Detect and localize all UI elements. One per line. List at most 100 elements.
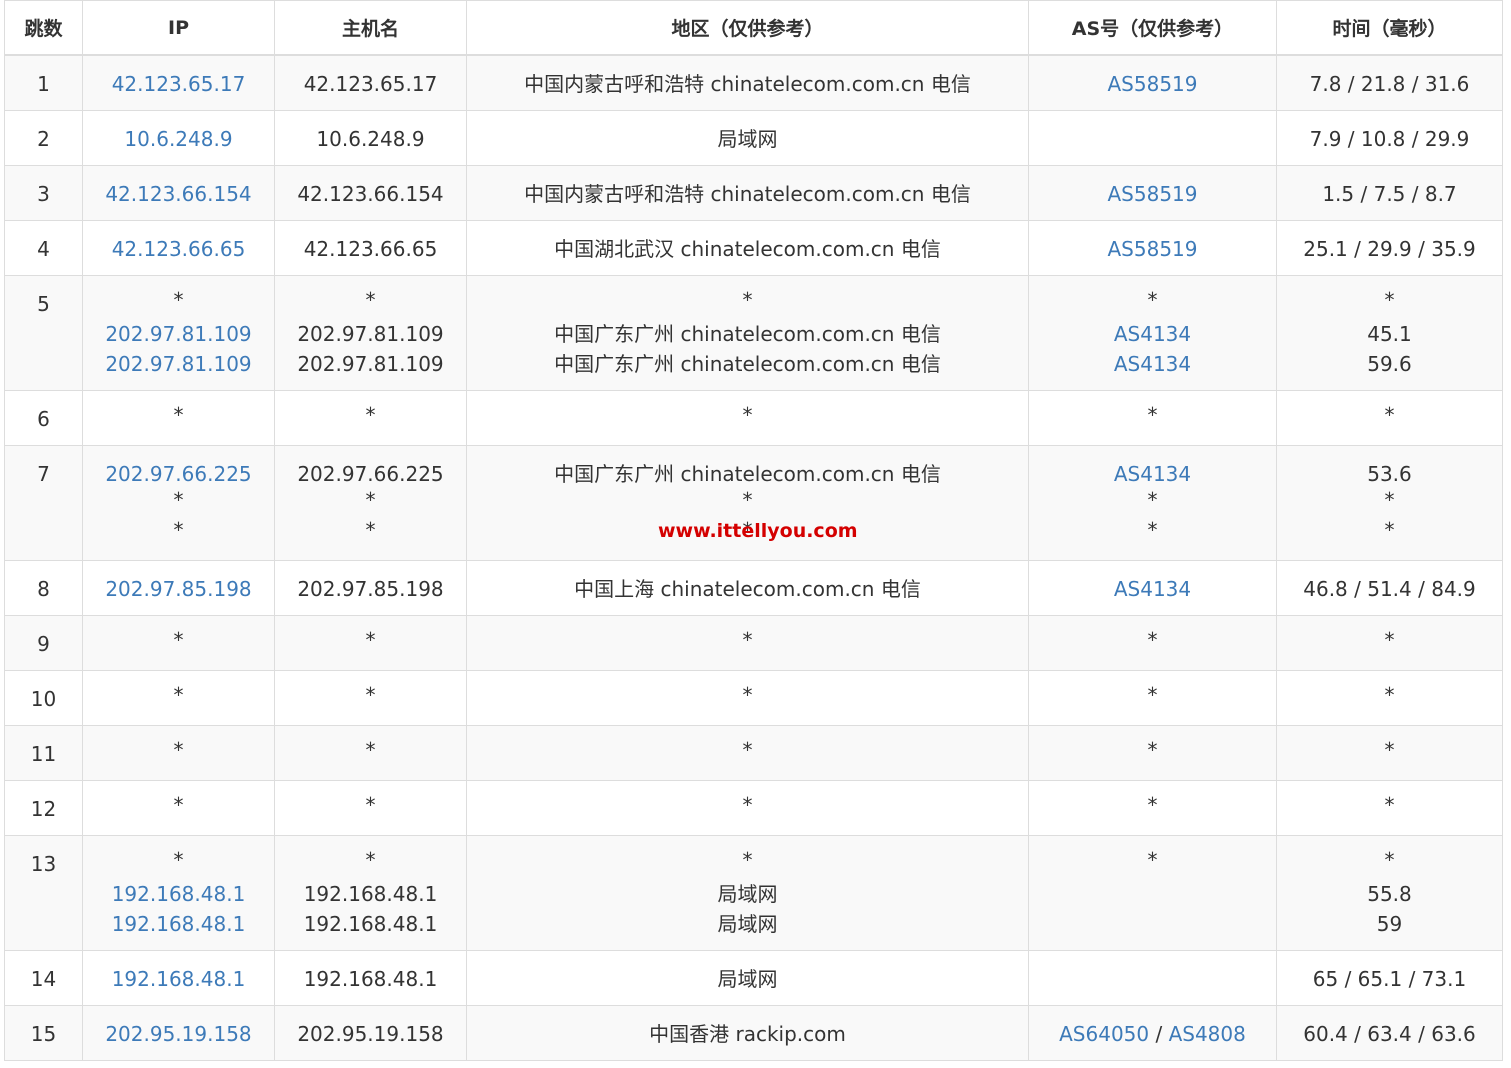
as-line: AS58519 bbox=[1030, 234, 1276, 264]
timeout-asterisk: * bbox=[365, 848, 376, 872]
region-cell: 中国上海 chinatelecom.com.cn 电信 bbox=[466, 560, 1029, 616]
timeout-asterisk: * bbox=[173, 793, 184, 817]
as-number-link[interactable]: AS58519 bbox=[1108, 182, 1198, 206]
timeout-asterisk: * bbox=[365, 488, 376, 512]
latency-value: 1.5 / 7.5 / 8.7 bbox=[1322, 182, 1457, 206]
hop-number: 7 bbox=[37, 462, 50, 486]
region-cell: 中国内蒙古呼和浩特 chinatelecom.com.cn 电信 bbox=[466, 54, 1029, 111]
hop-cell: 4 bbox=[4, 220, 83, 276]
as-line: AS4134 bbox=[1030, 349, 1276, 379]
timeout-asterisk: * bbox=[1384, 518, 1395, 542]
timeout-asterisk: * bbox=[1147, 848, 1158, 872]
timeout-asterisk: * bbox=[365, 518, 376, 542]
timeout-asterisk: * bbox=[173, 683, 184, 707]
timeout-asterisk: * bbox=[1147, 488, 1158, 512]
watermark-text: www.ittellyou.com bbox=[658, 520, 858, 542]
hop-cell: 14 bbox=[4, 950, 83, 1006]
as-number-link[interactable]: AS64050 bbox=[1059, 1022, 1149, 1046]
ip-cell: * bbox=[82, 780, 275, 836]
as-line: AS58519 bbox=[1030, 69, 1276, 99]
ip-address-link[interactable]: 42.123.66.154 bbox=[84, 179, 274, 209]
hostname-cell: 202.97.85.198 bbox=[274, 560, 467, 616]
hop-cell: 13 bbox=[4, 835, 83, 951]
ip-address-link[interactable]: 10.6.248.9 bbox=[84, 124, 274, 154]
ip-address-link[interactable]: 192.168.48.1 bbox=[84, 879, 274, 909]
hop-number: 5 bbox=[37, 292, 50, 316]
hop-cell: 11 bbox=[4, 725, 83, 781]
as-cell: AS64050 / AS4808 bbox=[1028, 1005, 1277, 1061]
as-cell: * bbox=[1028, 725, 1277, 781]
ip-cell: * bbox=[82, 670, 275, 726]
table-row: 2 10.6.248.9 10.6.248.9 局域网 7.9 / 10.8 / 29.… bbox=[4, 110, 1503, 166]
timeout-asterisk: * bbox=[742, 488, 753, 512]
table-row: 3 42.123.66.154 42.123.66.154 中国内蒙古呼和浩特 chi… bbox=[4, 165, 1503, 221]
region-cell: 中国湖北武汉 chinatelecom.com.cn 电信 bbox=[466, 220, 1029, 276]
ip-cell: * bbox=[82, 615, 275, 671]
column-header-time: 时间（毫秒） bbox=[1276, 0, 1503, 56]
as-cell: * bbox=[1028, 780, 1277, 836]
as-number-link[interactable]: AS4134 bbox=[1114, 577, 1191, 601]
hop-number: 15 bbox=[30, 1022, 57, 1046]
timeout-asterisk: * bbox=[173, 628, 184, 652]
region-text: 中国香港 rackip.com bbox=[649, 1022, 846, 1046]
timeout-asterisk: * bbox=[1147, 403, 1158, 427]
table-row: 15 202.95.19.158 202.95.19.158 中国香港 rackip.… bbox=[4, 1005, 1503, 1061]
region-cell: * 中国广东广州 chinatelecom.com.cn 电信 中国广东广州 chi… bbox=[466, 275, 1029, 391]
as-number-link[interactable]: AS4134 bbox=[1114, 462, 1191, 486]
region-text: 中国湖北武汉 chinatelecom.com.cn 电信 bbox=[554, 237, 941, 261]
region-text: 中国上海 chinatelecom.com.cn 电信 bbox=[574, 577, 921, 601]
ip-address-link[interactable]: 192.168.48.1 bbox=[84, 964, 274, 994]
timeout-asterisk: * bbox=[1147, 518, 1158, 542]
timeout-asterisk: * bbox=[1147, 738, 1158, 762]
as-number-link[interactable]: AS4134 bbox=[1114, 352, 1191, 376]
hop-number: 11 bbox=[30, 742, 57, 766]
ip-cell: 192.168.48.1 bbox=[82, 950, 275, 1006]
hostname-cell: * bbox=[274, 725, 467, 781]
ip-address-link[interactable]: 202.97.85.198 bbox=[84, 574, 274, 604]
ip-cell: * bbox=[82, 390, 275, 446]
timeout-asterisk: * bbox=[1384, 738, 1395, 762]
hop-cell: 9 bbox=[4, 615, 83, 671]
time-cell: * 55.8 59 bbox=[1276, 835, 1503, 951]
hop-number: 14 bbox=[30, 967, 57, 991]
region-cell: 中国广东广州 chinatelecom.com.cn 电信 * * bbox=[466, 445, 1029, 561]
hostname: 42.123.65.17 bbox=[303, 72, 438, 96]
ip-address-link[interactable]: 202.97.66.225 bbox=[84, 459, 274, 489]
time-cell: 65 / 65.1 / 73.1 bbox=[1276, 950, 1503, 1006]
table-row: 10 * * * * * bbox=[4, 670, 1503, 726]
region-text: 中国内蒙古呼和浩特 chinatelecom.com.cn 电信 bbox=[524, 182, 971, 206]
ip-address-link[interactable]: 42.123.65.17 bbox=[84, 69, 274, 99]
timeout-asterisk: * bbox=[365, 403, 376, 427]
hostname: 202.95.19.158 bbox=[297, 1022, 444, 1046]
as-number-link[interactable]: AS4134 bbox=[1114, 322, 1191, 346]
as-number-link[interactable]: AS4808 bbox=[1169, 1022, 1246, 1046]
ip-address-link[interactable]: 202.97.81.109 bbox=[84, 349, 274, 379]
as-cell: * bbox=[1028, 835, 1277, 951]
hostname-cell: * 202.97.81.109 202.97.81.109 bbox=[274, 275, 467, 391]
timeout-asterisk: * bbox=[1147, 683, 1158, 707]
ip-address-link[interactable]: 192.168.48.1 bbox=[84, 909, 274, 939]
ip-address-link[interactable]: 42.123.66.65 bbox=[84, 234, 274, 264]
timeout-asterisk: * bbox=[1384, 628, 1395, 652]
timeout-asterisk: * bbox=[173, 848, 184, 872]
region-cell: 局域网 bbox=[466, 950, 1029, 1006]
as-cell: * bbox=[1028, 670, 1277, 726]
timeout-asterisk: * bbox=[365, 738, 376, 762]
hop-number: 10 bbox=[30, 687, 57, 711]
hostname-cell: * bbox=[274, 670, 467, 726]
ip-address-link[interactable]: 202.95.19.158 bbox=[84, 1019, 274, 1049]
timeout-asterisk: * bbox=[742, 628, 753, 652]
timeout-asterisk: * bbox=[173, 288, 184, 312]
hop-number: 2 bbox=[37, 127, 50, 151]
latency-value: 60.4 / 63.4 / 63.6 bbox=[1303, 1022, 1476, 1046]
as-line: AS4134 bbox=[1030, 574, 1276, 604]
ip-address-link[interactable]: 202.97.81.109 bbox=[84, 319, 274, 349]
ip-cell: 202.95.19.158 bbox=[82, 1005, 275, 1061]
hop-number: 9 bbox=[37, 632, 50, 656]
table-row: 11 * * * * * bbox=[4, 725, 1503, 781]
as-number-link[interactable]: AS58519 bbox=[1108, 72, 1198, 96]
hostname-cell: 192.168.48.1 bbox=[274, 950, 467, 1006]
as-number-link[interactable]: AS58519 bbox=[1108, 237, 1198, 261]
table-row: 7 202.97.66.225 * * 202.97.66.225 * * 中国广东广州 ch… bbox=[4, 445, 1503, 561]
as-cell: * bbox=[1028, 390, 1277, 446]
